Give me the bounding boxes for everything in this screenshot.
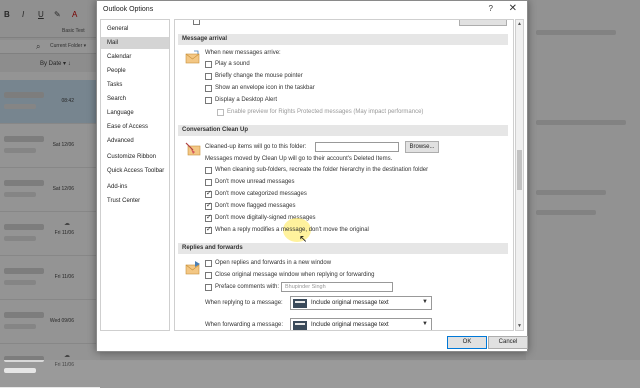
- change-pointer-label[interactable]: Briefly change the mouse pointer: [215, 73, 303, 79]
- clipped-button[interactable]: [459, 20, 507, 26]
- cancel-button[interactable]: Cancel: [488, 336, 528, 349]
- play-sound-checkbox[interactable]: [205, 61, 212, 68]
- options-scrollbar[interactable]: ▲ ▼: [515, 19, 524, 331]
- nav-item-tasks[interactable]: Tasks: [101, 79, 169, 91]
- nav-item-people[interactable]: People: [101, 65, 169, 77]
- dialog-title: Outlook Options: [103, 6, 154, 13]
- change-pointer-checkbox[interactable]: [205, 73, 212, 80]
- ok-button[interactable]: OK: [447, 336, 487, 349]
- nav-item-ease-of-access[interactable]: Ease of Access: [101, 121, 169, 133]
- mail-options-panel: Message arrival When new messages arrive…: [174, 19, 514, 331]
- envelope-icon-checkbox[interactable]: [205, 85, 212, 92]
- preface-checkbox[interactable]: [205, 284, 212, 291]
- rights-preview-label: Enable preview for Rights Protected mess…: [227, 109, 424, 115]
- dialog-titlebar: Outlook Options ? ✕: [97, 1, 527, 19]
- close-original-label[interactable]: Close original message window when reply…: [215, 272, 374, 278]
- envelope-icon-label[interactable]: Show an envelope icon in the taskbar: [215, 85, 315, 91]
- chevron-down-icon: ▼: [422, 299, 428, 305]
- scroll-thumb[interactable]: [517, 150, 522, 190]
- flagged-label[interactable]: Don't move flagged messages: [215, 203, 296, 209]
- replying-dropdown[interactable]: Include original message text ▼: [290, 296, 432, 310]
- envelope-sound-icon: [185, 50, 200, 64]
- reply-modifies-checkbox[interactable]: [205, 225, 212, 234]
- section-conversation-clean-up: Conversation Clean Up: [178, 125, 508, 136]
- categorized-label[interactable]: Don't move categorized messages: [215, 191, 307, 197]
- clean-up-icon: [185, 142, 201, 156]
- scroll-up-icon[interactable]: ▲: [517, 21, 522, 27]
- nav-item-language[interactable]: Language: [101, 107, 169, 119]
- nav-item-customize-ribbon[interactable]: Customize Ribbon: [101, 151, 169, 163]
- play-sound-label[interactable]: Play a sound: [215, 61, 250, 67]
- outlook-options-dialog: Outlook Options ? ✕ General Mail Calenda…: [96, 0, 528, 352]
- desktop-alert-label[interactable]: Display a Desktop Alert: [215, 97, 277, 103]
- close-original-checkbox[interactable]: [205, 272, 212, 279]
- nav-item-calendar[interactable]: Calendar: [101, 51, 169, 63]
- reply-modifies-label[interactable]: When a reply modifies a message, don't m…: [215, 227, 369, 233]
- nav-item-trust-center[interactable]: Trust Center: [101, 195, 169, 207]
- nav-item-search[interactable]: Search: [101, 93, 169, 105]
- reply-forward-icon: [185, 261, 200, 275]
- open-new-window-checkbox[interactable]: [205, 260, 212, 267]
- nav-item-quick-access-toolbar[interactable]: Quick Access Toolbar: [101, 165, 169, 177]
- reply-style-icon: [293, 299, 307, 308]
- desktop-alert-checkbox[interactable]: [205, 97, 212, 104]
- browse-button[interactable]: Browse...: [405, 141, 439, 153]
- signed-checkbox[interactable]: [205, 213, 212, 222]
- recreate-hierarchy-checkbox[interactable]: [205, 167, 212, 174]
- nav-item-mail[interactable]: Mail: [101, 37, 169, 49]
- options-nav: General Mail Calendar People Tasks Searc…: [100, 19, 170, 331]
- cleanup-folder-label: Cleaned-up items will go to this folder:: [205, 144, 307, 150]
- rights-preview-checkbox[interactable]: [217, 109, 224, 116]
- close-icon[interactable]: ✕: [509, 3, 517, 14]
- chevron-down-icon: ▼: [422, 321, 428, 327]
- forwarding-label: When forwarding a message:: [205, 322, 284, 328]
- section-replies-forwards: Replies and forwards: [178, 243, 508, 254]
- flagged-checkbox[interactable]: [205, 201, 212, 210]
- nav-item-advanced[interactable]: Advanced: [101, 135, 169, 147]
- preface-input[interactable]: Bhupinder Singh: [281, 282, 393, 292]
- clipped-checkbox[interactable]: [193, 20, 200, 25]
- cleanup-moved-note: Messages moved by Clean Up will go to th…: [205, 156, 393, 162]
- section-message-arrival: Message arrival: [178, 34, 508, 45]
- message-arrival-intro: When new messages arrive:: [205, 50, 281, 56]
- cleanup-folder-input[interactable]: [315, 142, 399, 152]
- preface-label[interactable]: Preface comments with:: [215, 284, 279, 290]
- nav-item-add-ins[interactable]: Add-ins: [101, 181, 169, 193]
- categorized-checkbox[interactable]: [205, 189, 212, 198]
- scroll-down-icon[interactable]: ▼: [517, 323, 522, 329]
- nav-item-general[interactable]: General: [101, 23, 169, 35]
- unread-checkbox[interactable]: [205, 179, 212, 186]
- forwarding-dropdown[interactable]: Include original message text ▼: [290, 318, 432, 330]
- replying-label: When replying to a message:: [205, 300, 283, 306]
- open-new-window-label[interactable]: Open replies and forwards in a new windo…: [215, 260, 331, 266]
- forward-style-icon: [293, 321, 307, 330]
- unread-label[interactable]: Don't move unread messages: [215, 179, 295, 185]
- help-icon[interactable]: ?: [489, 4, 493, 13]
- recreate-hierarchy-label[interactable]: When cleaning sub-folders, recreate the …: [215, 167, 428, 173]
